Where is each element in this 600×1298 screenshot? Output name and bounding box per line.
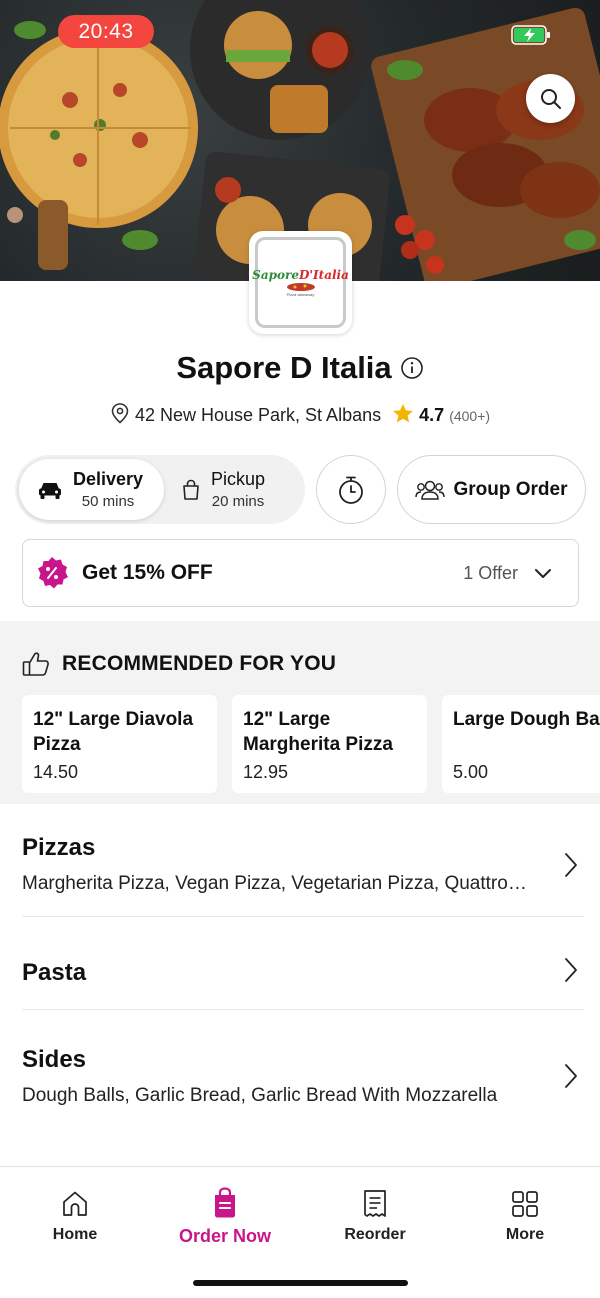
tab-label: Order Now [178,1226,271,1246]
category-description: Margherita Pizza, Vegan Pizza, Vegetaria… [22,873,532,894]
offer-card[interactable]: Get 15% OFF 1 Offer [22,539,579,607]
rating-value: 4.7 [419,405,445,425]
tab-more[interactable]: More [450,1189,600,1244]
delivery-option[interactable]: Delivery 50 mins [19,459,164,520]
category-row-pasta[interactable]: Pasta [0,917,600,1009]
tab-reorder[interactable]: Reorder [300,1189,450,1244]
info-button[interactable] [400,352,424,388]
recommended-item[interactable]: Large Dough Ba 5.00 [442,695,600,793]
order-mode-toggle: Delivery 50 mins Pickup 20 mins [15,455,305,524]
info-icon [400,357,423,379]
chevron-right-icon [565,1064,577,1088]
pizza-logo-icon [286,283,315,291]
bottom-tab-bar: Home Order Now Reorder More [0,1166,600,1298]
offer-count: 1 Offer [463,562,518,583]
tab-label: More [505,1226,545,1243]
delivery-label: Delivery [73,469,144,489]
pickup-label: Pickup [211,469,266,489]
delivery-time: 50 mins [81,493,135,510]
discount-badge-icon [38,557,68,589]
logo-text-italia: D'Italia [298,268,349,282]
schedule-button[interactable] [316,455,386,524]
tab-label: Home [52,1226,98,1243]
offer-title: Get 15% OFF [82,561,213,584]
recommended-item-name: 12" Large Margherita Pizza [243,709,393,755]
location-pin-icon [111,403,129,424]
recommended-item-name: 12" Large Diavola Pizza [33,709,194,755]
review-count: (400+) [449,408,491,424]
group-order-button[interactable]: Group Order [397,455,586,524]
group-order-label: Group Order [453,478,568,500]
chevron-right-icon [565,958,577,982]
restaurant-title: Sapore D Italia [0,350,600,388]
stopwatch-icon [339,476,363,504]
recommended-item[interactable]: 12" Large Diavola Pizza 14.50 [22,695,217,793]
restaurant-logo: SaporeD'Italia Pizza takeaway [249,231,352,334]
recommended-title: RECOMMENDED FOR YOU [62,652,337,675]
category-description: Dough Balls, Garlic Bread, Garlic Bread … [22,1085,498,1106]
recommended-item[interactable]: 12" Large Margherita Pizza 12.95 [232,695,427,793]
group-users-icon [415,480,446,500]
search-icon [540,88,561,109]
grid-icon [512,1191,538,1217]
recommended-item-name: Large Dough Ba [453,709,600,730]
star-icon [393,404,413,423]
thumbs-up-icon [22,652,49,676]
tab-order-now[interactable]: Order Now [150,1187,300,1247]
order-bag-icon [215,1187,235,1218]
recommended-heading: RECOMMENDED FOR YOU [22,651,336,677]
tab-home[interactable]: Home [0,1189,150,1244]
logo-text-sapore: Sapore [252,268,299,282]
category-name: Pasta [22,959,87,986]
address-text: 42 New House Park, St Albans [134,405,382,425]
recommended-section: RECOMMENDED FOR YOU 12" Large Diavola Pi… [0,621,600,804]
restaurant-name: Sapore D Italia [176,350,392,385]
tab-label: Reorder [344,1226,406,1243]
logo-subtext: Pizza takeaway [286,292,315,297]
shopping-bag-icon [183,479,199,500]
category-row-sides[interactable]: Sides Dough Balls, Garlic Bread, Garlic … [0,1010,600,1120]
pickup-time: 20 mins [211,493,265,510]
car-icon [39,482,61,499]
pickup-option[interactable]: Pickup 20 mins [163,459,308,520]
chevron-right-icon [565,853,577,877]
chevron-down-icon [535,569,551,578]
recommended-item-price: 12.95 [243,762,289,782]
receipt-icon [364,1190,386,1217]
battery-charging-icon [511,25,550,45]
recommended-item-price: 14.50 [33,762,79,782]
category-name: Pizzas [22,834,96,861]
status-time: 20:43 [58,15,154,48]
category-row-pizzas[interactable]: Pizzas Margherita Pizza, Vegan Pizza, Ve… [0,820,600,916]
address-row: 42 New House Park, St Albans 4.7 (400+) [0,402,600,426]
recommended-item-price: 5.00 [453,762,489,782]
home-indicator [193,1280,408,1286]
search-button[interactable] [526,74,575,123]
category-name: Sides [22,1046,87,1073]
home-icon [63,1191,87,1216]
